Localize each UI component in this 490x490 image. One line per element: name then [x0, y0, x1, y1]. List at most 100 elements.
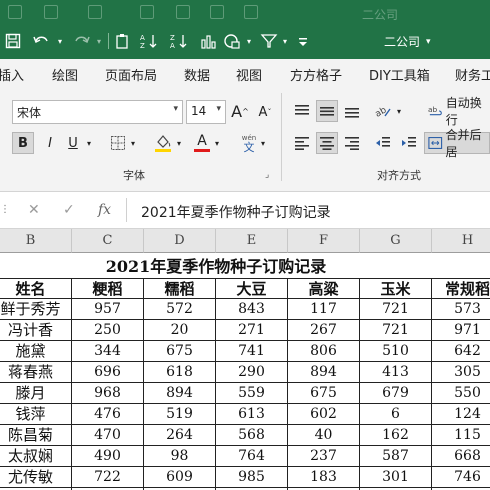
table-cell[interactable]: 20 [144, 320, 216, 341]
font-color-dropdown-icon[interactable]: ▾ [212, 132, 222, 154]
table-header-cell[interactable]: 粳稻 [72, 278, 144, 299]
table-cell[interactable]: 267 [288, 320, 360, 341]
column-header-b[interactable]: B [0, 229, 72, 253]
table-cell[interactable]: 668 [432, 446, 490, 467]
column-header-f[interactable]: F [288, 229, 360, 253]
sort-descending-icon[interactable]: ZA [168, 30, 190, 52]
sheet-title-cell[interactable]: 2021年夏季作物种子订购记录 [72, 254, 360, 279]
table-cell[interactable]: 6 [360, 404, 432, 425]
shrink-font-button[interactable]: Aˇ [255, 102, 275, 122]
sort-ascending-icon[interactable]: AZ [138, 30, 160, 52]
bold-button[interactable]: B [12, 132, 34, 154]
table-cell[interactable]: 尤传敏 [0, 467, 72, 488]
table-cell[interactable]: 301 [360, 467, 432, 488]
table-cell[interactable]: 573 [432, 299, 490, 320]
fill-color-icon[interactable] [152, 131, 174, 155]
table-cell[interactable]: 413 [360, 362, 432, 383]
table-cell[interactable]: 675 [144, 341, 216, 362]
redo-icon[interactable] [68, 30, 94, 52]
table-cell[interactable]: 162 [360, 425, 432, 446]
filter-dropdown-icon[interactable]: ▾ [280, 30, 290, 52]
font-color-button[interactable]: A [192, 131, 212, 155]
align-top-icon[interactable] [291, 100, 313, 122]
table-cell[interactable]: 510 [360, 341, 432, 362]
table-cell[interactable]: 冯计香 [0, 320, 72, 341]
table-cell[interactable]: 894 [288, 362, 360, 383]
table-cell[interactable]: 722 [72, 467, 144, 488]
table-cell[interactable]: 陈昌菊 [0, 425, 72, 446]
table-header-cell[interactable]: 高粱 [288, 278, 360, 299]
column-header-d[interactable]: D [144, 229, 216, 253]
table-cell[interactable]: 746 [432, 467, 490, 488]
table-cell[interactable]: 550 [432, 383, 490, 404]
table-cell[interactable]: 250 [72, 320, 144, 341]
wrap-text-button[interactable]: ab 自动换行 [428, 96, 490, 127]
table-cell[interactable]: 985 [216, 467, 288, 488]
grow-font-button[interactable]: A ^ [230, 100, 250, 122]
table-cell[interactable]: 98 [144, 446, 216, 467]
align-right-icon[interactable] [341, 132, 363, 154]
redo-dropdown-icon[interactable]: ▾ [94, 30, 104, 52]
tab-insert[interactable]: 插入 [0, 65, 24, 84]
decrease-indent-icon[interactable] [372, 132, 394, 154]
merge-center-button[interactable]: 合并后居 [424, 128, 490, 159]
table-cell[interactable]: 124 [432, 404, 490, 425]
more-commands-icon[interactable] [294, 30, 312, 52]
insert-function-icon[interactable]: fx [98, 202, 111, 218]
align-bottom-icon[interactable] [341, 100, 363, 122]
table-cell[interactable]: 741 [216, 341, 288, 362]
table-header-cell[interactable]: 大豆 [216, 278, 288, 299]
align-left-icon[interactable] [291, 132, 313, 154]
table-header-cell[interactable]: 常规稻 [432, 278, 490, 299]
table-cell[interactable]: 894 [144, 383, 216, 404]
table-cell[interactable]: 305 [432, 362, 490, 383]
shapes-dropdown-icon[interactable]: ▾ [244, 30, 254, 52]
table-cell[interactable]: 滕月 [0, 383, 72, 404]
phonetic-guide-button[interactable]: wén 文 [238, 131, 260, 155]
table-cell[interactable]: 843 [216, 299, 288, 320]
document-title[interactable]: 二公司 ▾ [384, 33, 431, 50]
table-cell[interactable]: 721 [360, 320, 432, 341]
table-cell[interactable]: 568 [216, 425, 288, 446]
tab-ffcell[interactable]: 方方格子 [290, 65, 342, 84]
column-header-e[interactable]: E [216, 229, 288, 253]
table-cell[interactable]: 764 [216, 446, 288, 467]
tab-data[interactable]: 数据 [184, 65, 210, 84]
phonetic-dropdown-icon[interactable]: ▾ [258, 132, 268, 154]
tab-page-layout[interactable]: 页面布局 [105, 65, 157, 84]
table-cell[interactable]: 344 [72, 341, 144, 362]
increase-indent-icon[interactable] [398, 132, 420, 154]
table-cell[interactable]: 519 [144, 404, 216, 425]
table-cell[interactable]: 696 [72, 362, 144, 383]
table-cell[interactable]: 290 [216, 362, 288, 383]
table-header-cell[interactable]: 姓名 [0, 278, 72, 299]
column-header-h[interactable]: H [432, 229, 490, 253]
save-icon[interactable] [3, 30, 23, 52]
table-cell[interactable]: 237 [288, 446, 360, 467]
align-center-icon[interactable] [316, 132, 338, 154]
align-middle-icon[interactable] [316, 100, 338, 122]
borders-icon[interactable] [108, 132, 128, 154]
confirm-icon[interactable]: ✓ [63, 202, 75, 218]
table-cell[interactable]: 806 [288, 341, 360, 362]
table-cell[interactable]: 971 [432, 320, 490, 341]
table-cell[interactable]: 271 [216, 320, 288, 341]
table-cell[interactable]: 609 [144, 467, 216, 488]
cancel-icon[interactable]: ✕ [28, 202, 40, 218]
table-cell[interactable]: 40 [288, 425, 360, 446]
table-cell[interactable]: 642 [432, 341, 490, 362]
table-cell[interactable]: 957 [72, 299, 144, 320]
table-cell[interactable]: 264 [144, 425, 216, 446]
undo-icon[interactable] [29, 30, 55, 52]
table-cell[interactable]: 559 [216, 383, 288, 404]
table-cell[interactable]: 490 [72, 446, 144, 467]
table-cell[interactable]: 太叔娴 [0, 446, 72, 467]
tab-finance[interactable]: 财务工 [455, 65, 490, 84]
font-dialog-launcher-icon[interactable]: ⌟ [265, 170, 269, 180]
tab-diy-toolbox[interactable]: DIY工具箱 [369, 65, 430, 84]
table-cell[interactable]: 476 [72, 404, 144, 425]
undo-dropdown-icon[interactable]: ▾ [55, 30, 65, 52]
table-cell[interactable]: 968 [72, 383, 144, 404]
table-cell[interactable]: 721 [360, 299, 432, 320]
borders-dropdown-icon[interactable]: ▾ [128, 132, 138, 154]
